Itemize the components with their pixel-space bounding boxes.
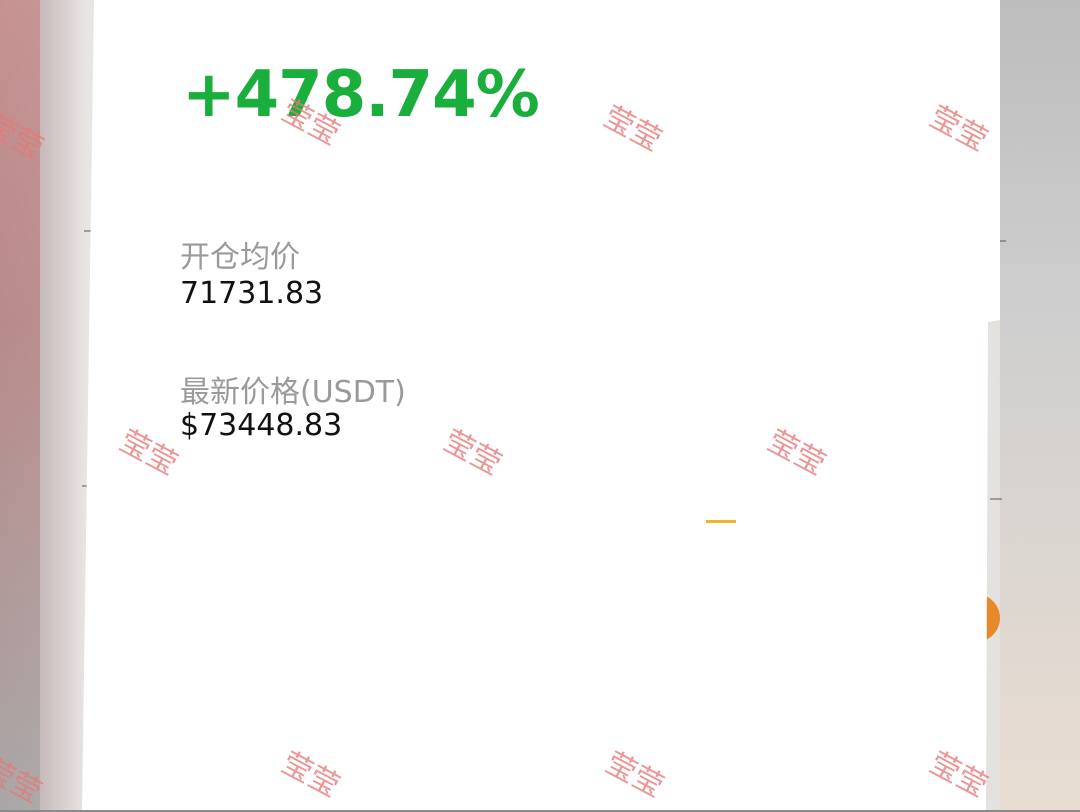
open-average-price-value: 71731.83 [180, 276, 324, 311]
latest-price-value: $73448.83 [180, 408, 343, 443]
open-average-price-label: 开仓均价 [180, 240, 300, 275]
background-right-edge [1000, 0, 1080, 810]
latest-price-label: 最新价格(USDT) [180, 375, 406, 410]
yellow-indicator [706, 520, 736, 523]
background-divider [990, 498, 1002, 500]
pnl-percentage: +478.74% [182, 58, 540, 132]
